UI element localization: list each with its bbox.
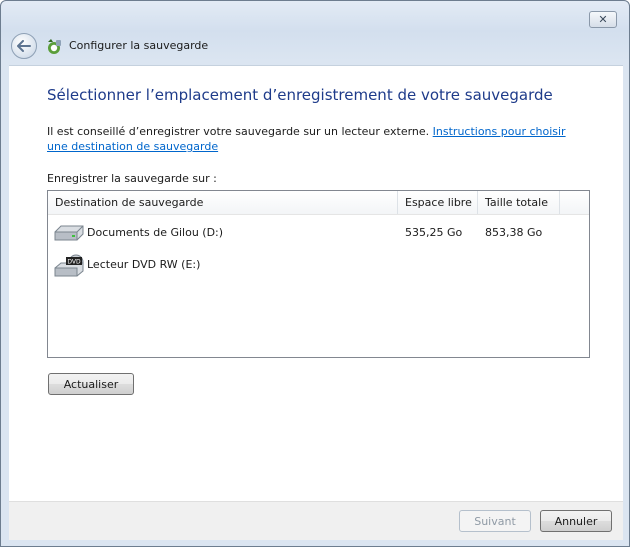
destination-list[interactable]: Destination de sauvegarde Espace libre T… — [47, 190, 590, 358]
list-item[interactable]: Documents de Gilou (D:) 535,25 Go 853,38… — [48, 219, 589, 249]
column-header-free-space[interactable]: Espace libre — [398, 191, 478, 214]
page-title: Sélectionner l’emplacement d’enregistrem… — [47, 86, 553, 104]
intro-paragraph: Il est conseillé d’enregistrer votre sau… — [47, 124, 587, 154]
backup-app-icon — [48, 39, 61, 54]
next-button[interactable]: Suivant — [459, 510, 531, 532]
svg-text:DVD: DVD — [67, 259, 81, 266]
list-header: Destination de sauvegarde Espace libre T… — [48, 191, 589, 215]
back-button[interactable] — [11, 33, 37, 59]
list-item[interactable]: DVD Lecteur DVD RW (E:) — [48, 251, 589, 281]
hard-drive-icon — [54, 225, 84, 241]
destination-name: Documents de Gilou (D:) — [87, 226, 224, 239]
column-header-destination[interactable]: Destination de sauvegarde — [48, 191, 398, 214]
back-arrow-icon — [17, 40, 31, 52]
cancel-button[interactable]: Annuler — [540, 510, 612, 532]
content-panel: Sélectionner l’emplacement d’enregistrem… — [9, 65, 623, 502]
free-space-value: 535,25 Go — [405, 226, 463, 239]
intro-text: Il est conseillé d’enregistrer votre sau… — [47, 125, 433, 138]
column-header-total-size[interactable]: Taille totale — [478, 191, 560, 214]
save-location-label: Enregistrer la sauvegarde sur : — [47, 172, 217, 185]
total-size-value: 853,38 Go — [485, 226, 543, 239]
destination-name: Lecteur DVD RW (E:) — [87, 258, 201, 271]
close-icon: ✕ — [598, 13, 608, 26]
refresh-button[interactable]: Actualiser — [48, 373, 134, 395]
close-button[interactable]: ✕ — [589, 11, 617, 28]
backup-setup-window: ✕ Configurer la sauvegarde Sélectionner … — [0, 0, 630, 547]
dvd-drive-icon: DVD — [54, 254, 84, 277]
footer-bar: Suivant Annuler — [9, 501, 623, 540]
window-title: Configurer la sauvegarde — [69, 39, 209, 52]
